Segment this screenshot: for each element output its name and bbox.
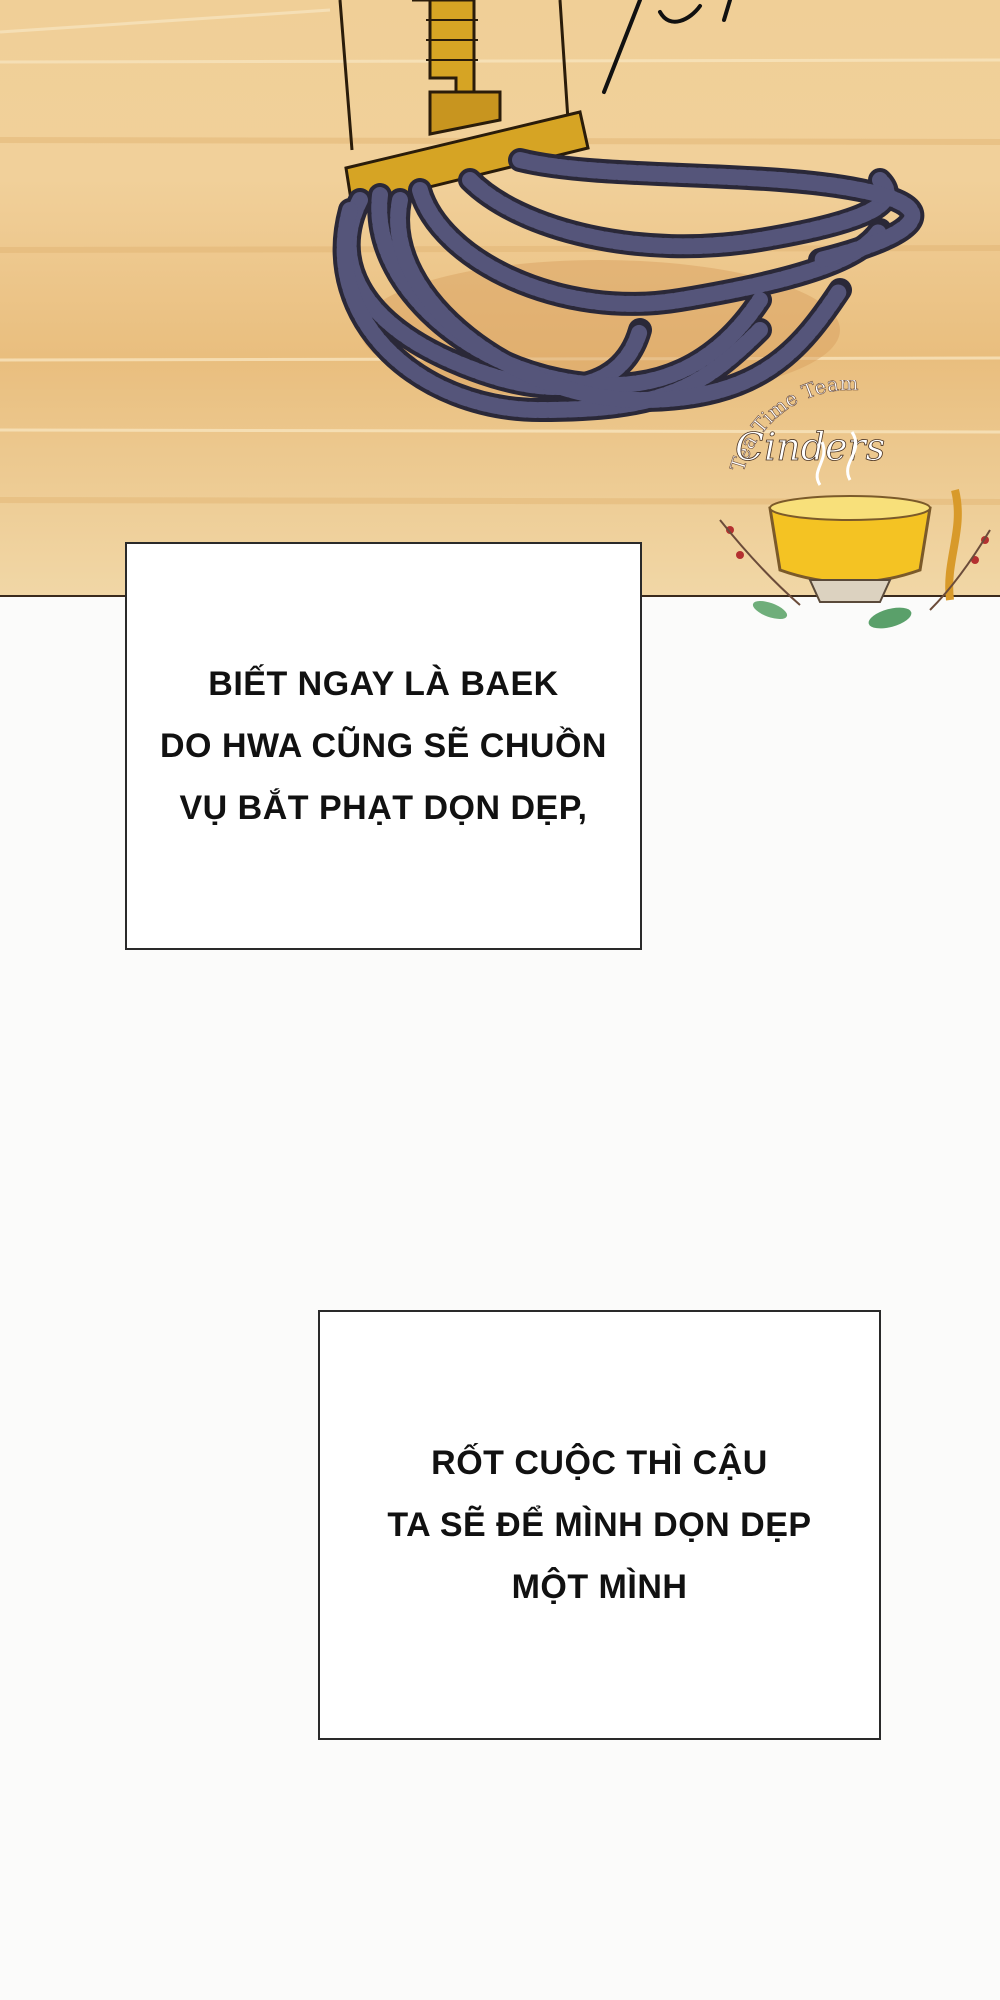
caption-box-1: BIẾT NGAY LÀ BAEK DO HWA CŨNG SẼ CHUỒN V… — [125, 542, 642, 950]
caption-text-2: RỐT CUỘC THÌ CẬU TA SẼ ĐỂ MÌNH DỌN DẸP M… — [387, 1444, 812, 1606]
svg-text:Cinders: Cinders — [735, 425, 885, 469]
sound-effect-strokes — [602, 0, 732, 94]
caption-box-2: RỐT CUỘC THÌ CẬU TA SẼ ĐỂ MÌNH DỌN DẸP M… — [318, 1310, 881, 1740]
tea-time-team-logo: Tea Time Team Cinders — [719, 380, 991, 629]
caption-text-1: BIẾT NGAY LÀ BAEK DO HWA CŨNG SẼ CHUỒN V… — [160, 665, 607, 827]
